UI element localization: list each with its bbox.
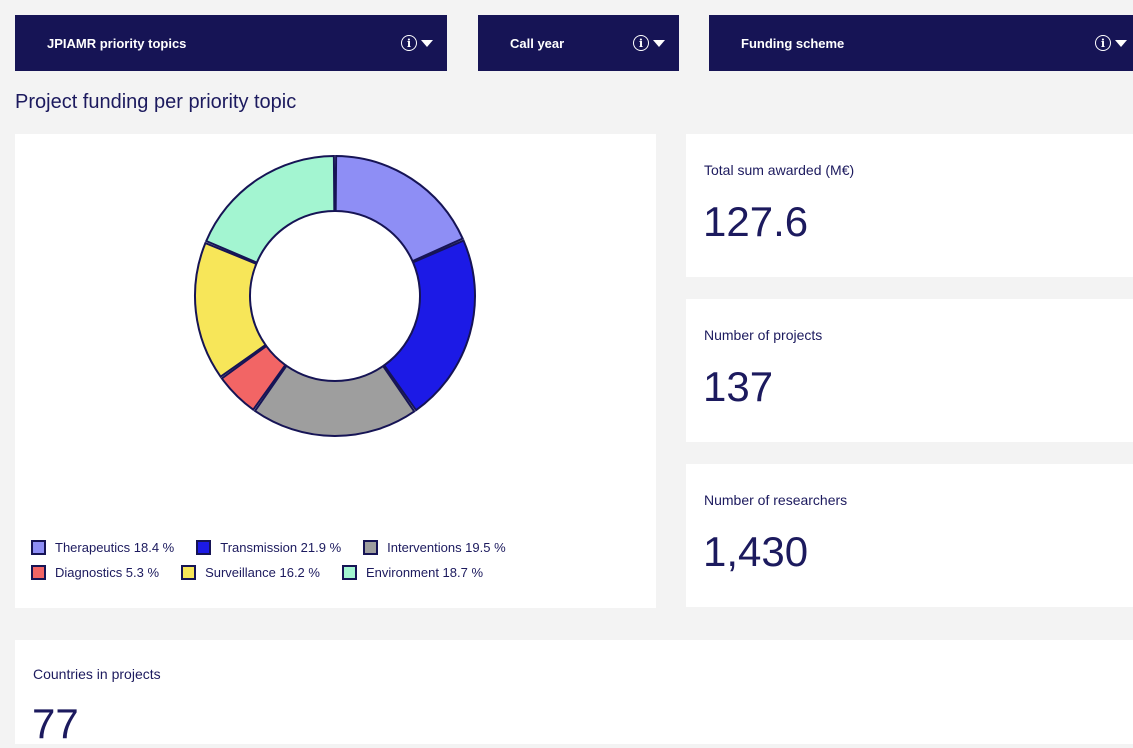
- kpi-label: Countries in projects: [33, 666, 161, 682]
- legend-item-transmission[interactable]: Transmission 21.9 %: [196, 539, 342, 555]
- legend-swatch: [196, 539, 212, 555]
- legend-label: Interventions 19.5 %: [387, 539, 506, 555]
- legend-label: Therapeutics 18.4 %: [55, 539, 175, 555]
- legend-item-interventions[interactable]: Interventions 19.5 %: [363, 539, 506, 555]
- filter-call-year[interactable]: Call year i: [478, 15, 679, 71]
- kpi-card-total-sum: Total sum awarded (M€) 127.6: [686, 134, 1133, 277]
- kpi-card-projects: Number of projects 137: [686, 299, 1133, 442]
- filter-funding-scheme-label: Funding scheme: [741, 35, 845, 51]
- caret-down-icon[interactable]: [421, 39, 433, 47]
- filter-priority-topics-label: JPIAMR priority topics: [47, 35, 187, 51]
- legend-label: Surveillance 16.2 %: [205, 564, 320, 580]
- legend-label: Diagnostics 5.3 %: [55, 564, 160, 580]
- legend-row: Diagnostics 5.3 % Surveillance 16.2 % Envi…: [31, 561, 528, 583]
- legend-swatch: [363, 539, 379, 555]
- filter-call-year-label: Call year: [510, 35, 565, 51]
- section-title: Project funding per priority topic: [15, 91, 297, 113]
- kpi-label: Total sum awarded (M€): [704, 162, 855, 178]
- legend-swatch: [31, 564, 46, 580]
- donut-slice-transmission[interactable]: [382, 239, 476, 412]
- donut-slice-environment[interactable]: [204, 154, 336, 264]
- legend-swatch: [181, 564, 197, 580]
- info-icon[interactable]: i: [1095, 35, 1111, 51]
- donut-chart-panel: Therapeutics 18.4 % Transmission 21.9 % In…: [15, 134, 656, 608]
- info-icon[interactable]: i: [401, 35, 417, 51]
- kpi-card-countries: Countries in projects 77: [15, 640, 1133, 747]
- filter-priority-topics[interactable]: JPIAMR priority topics i: [15, 15, 447, 71]
- legend-label: Transmission 21.9 %: [220, 539, 342, 555]
- caret-down-icon[interactable]: [1115, 39, 1127, 47]
- kpi-value: 137: [703, 363, 774, 410]
- filter-funding-scheme[interactable]: Funding scheme i: [709, 15, 1133, 71]
- donut-slice-interventions[interactable]: [253, 364, 416, 437]
- kpi-value: 1,430: [703, 528, 809, 575]
- legend-item-environment[interactable]: Environment 18.7 %: [341, 564, 484, 580]
- caret-down-icon[interactable]: [653, 39, 665, 47]
- legend-swatch: [31, 539, 46, 555]
- kpi-label: Number of researchers: [704, 492, 848, 508]
- chart-legend: Therapeutics 18.4 % Transmission 21.9 % In…: [31, 536, 528, 586]
- legend-item-surveillance[interactable]: Surveillance 16.2 %: [181, 564, 320, 580]
- info-icon[interactable]: i: [633, 35, 649, 51]
- legend-item-therapeutics[interactable]: Therapeutics 18.4 %: [31, 539, 175, 555]
- legend-swatch: [341, 564, 357, 580]
- kpi-value: 77: [32, 700, 79, 747]
- kpi-value: 127.6: [703, 198, 809, 245]
- legend-item-diagnostics[interactable]: Diagnostics 5.3 %: [31, 564, 160, 580]
- donut-chart: [194, 154, 476, 437]
- kpi-card-researchers: Number of researchers 1,430: [686, 464, 1133, 607]
- kpi-label: Number of projects: [704, 327, 823, 343]
- donut-slice-therapeutics[interactable]: [334, 154, 465, 263]
- legend-label: Environment 18.7 %: [365, 564, 484, 580]
- legend-row: Therapeutics 18.4 % Transmission 21.9 % In…: [31, 536, 528, 558]
